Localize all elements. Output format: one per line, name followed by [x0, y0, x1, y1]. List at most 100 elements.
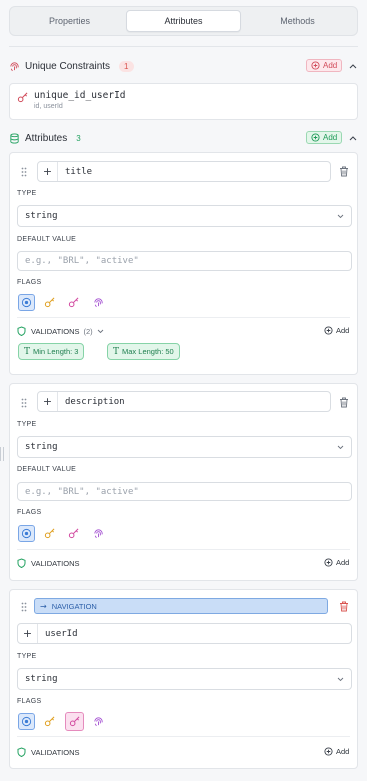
add-label: Add — [323, 133, 338, 142]
add-validation-button[interactable]: Add — [324, 326, 349, 335]
attribute-name-value: userId — [45, 628, 78, 639]
plus-icon[interactable]: + — [38, 392, 58, 411]
constraint-name: unique_id_userId — [34, 90, 126, 101]
drag-handle-icon[interactable] — [21, 602, 27, 612]
chevron-up-icon[interactable] — [349, 63, 357, 69]
divider — [9, 46, 358, 47]
attribute-card: + description TYPE string DEFAULT VALUE … — [9, 383, 358, 581]
plus-circle-icon — [324, 326, 333, 335]
validations-label: VALIDATIONS — [31, 326, 80, 336]
validations-toggle[interactable]: VALIDATIONS — [17, 558, 79, 568]
validation-chip[interactable]: T Min Length: 3 — [18, 343, 85, 360]
chevron-down-icon — [337, 445, 344, 450]
text-type-icon: T — [113, 346, 120, 357]
circle-dot-icon — [21, 528, 32, 539]
type-select[interactable]: string — [17, 668, 352, 690]
validation-label: Max Length: 50 — [122, 347, 174, 356]
add-unique-constraint-button[interactable]: Add — [306, 59, 343, 72]
trash-icon[interactable] — [339, 601, 349, 612]
attribute-name-field[interactable]: + userId — [17, 623, 352, 644]
flag-primary-toggle[interactable] — [18, 294, 35, 311]
flag-foreign-key-toggle[interactable] — [65, 525, 82, 542]
attribute-name-field[interactable]: + title — [37, 161, 331, 182]
add-validation-button[interactable]: Add — [324, 558, 349, 567]
plus-circle-icon — [324, 558, 333, 567]
text-type-icon: T — [24, 346, 31, 357]
chevron-down-icon — [337, 214, 344, 219]
fingerprint-icon — [94, 529, 103, 539]
validations-label: VALIDATIONS — [31, 747, 80, 757]
plus-icon[interactable]: + — [38, 162, 58, 181]
key-icon — [69, 716, 80, 727]
validation-label: Min Length: 3 — [33, 347, 79, 356]
trash-icon[interactable] — [339, 166, 349, 177]
shield-icon — [17, 326, 26, 336]
tab-bar: Properties Attributes Methods — [9, 6, 358, 36]
flags-label: FLAGS — [17, 279, 42, 286]
navigation-badge[interactable]: → NAVIGATION — [34, 598, 328, 614]
add-validation-button[interactable]: Add — [324, 747, 349, 756]
attribute-name-value: description — [65, 396, 125, 407]
constraint-fields: id, userId — [34, 103, 63, 110]
navigation-label: NAVIGATION — [51, 601, 97, 611]
chevron-up-icon[interactable] — [349, 135, 357, 141]
flag-primary-toggle[interactable] — [18, 525, 35, 542]
flag-unique-toggle[interactable] — [90, 525, 107, 542]
flag-key-toggle[interactable] — [41, 525, 58, 542]
unique-constraint-card[interactable]: unique_id_userId id, userId — [9, 83, 358, 120]
validation-chip[interactable]: T Max Length: 50 — [107, 343, 180, 360]
type-select[interactable]: string — [17, 436, 352, 458]
default-value-input[interactable]: e.g., "BRL", "active" — [17, 482, 352, 501]
attribute-name-value: title — [65, 166, 93, 177]
trash-icon[interactable] — [339, 397, 349, 408]
validations-toggle[interactable]: VALIDATIONS — [17, 747, 79, 757]
flag-key-toggle[interactable] — [41, 294, 58, 311]
flags-label: FLAGS — [17, 698, 42, 705]
flag-unique-toggle[interactable] — [90, 294, 107, 311]
tab-methods[interactable]: Methods — [241, 10, 354, 32]
tab-attributes[interactable]: Attributes — [126, 10, 241, 32]
type-select[interactable]: string — [17, 205, 352, 227]
tab-properties[interactable]: Properties — [13, 10, 126, 32]
key-icon — [17, 92, 28, 103]
plus-circle-icon — [311, 61, 320, 70]
shield-icon — [17, 558, 26, 568]
default-value-label: DEFAULT VALUE — [17, 236, 77, 243]
validations-count: (2) — [83, 326, 93, 336]
validations-label: VALIDATIONS — [31, 558, 80, 568]
chevron-down-icon — [97, 329, 103, 333]
type-label: TYPE — [17, 653, 37, 660]
flag-primary-toggle[interactable] — [18, 713, 35, 730]
section-title: Attributes — [25, 132, 68, 144]
flag-unique-toggle[interactable] — [90, 713, 107, 730]
add-label: Add — [323, 61, 338, 70]
plus-icon[interactable]: + — [18, 624, 38, 643]
section-title: Unique Constraints — [25, 60, 111, 72]
add-label: Add — [336, 747, 350, 756]
default-value-placeholder: e.g., "BRL", "active" — [25, 256, 139, 266]
type-value: string — [25, 442, 58, 452]
drag-handle-icon[interactable] — [21, 167, 27, 177]
add-attribute-button[interactable]: Add — [306, 131, 343, 144]
key-icon — [44, 716, 55, 727]
count-badge: 3 — [76, 133, 81, 143]
type-label: TYPE — [17, 421, 37, 428]
add-label: Add — [336, 326, 350, 335]
key-icon — [68, 297, 79, 308]
arrow-right-icon: → — [40, 601, 47, 611]
flag-foreign-key-toggle[interactable] — [65, 294, 82, 311]
flag-key-toggle[interactable] — [41, 713, 58, 730]
key-icon — [68, 528, 79, 539]
database-icon — [9, 132, 20, 144]
default-value-label: DEFAULT VALUE — [17, 466, 77, 473]
divider — [17, 317, 350, 318]
default-value-input[interactable]: e.g., "BRL", "active" — [17, 251, 352, 271]
resize-handle[interactable] — [0, 447, 4, 461]
drag-handle-icon[interactable] — [21, 398, 27, 408]
attribute-card: → NAVIGATION + userId TYPE string FLAGS … — [9, 589, 358, 769]
validations-toggle[interactable]: VALIDATIONS (2) — [17, 326, 104, 336]
flags-label: FLAGS — [17, 509, 42, 516]
flag-foreign-key-toggle[interactable] — [65, 712, 84, 731]
attribute-name-field[interactable]: + description — [37, 391, 331, 412]
attribute-card: + title TYPE string DEFAULT VALUE e.g., … — [9, 152, 358, 375]
